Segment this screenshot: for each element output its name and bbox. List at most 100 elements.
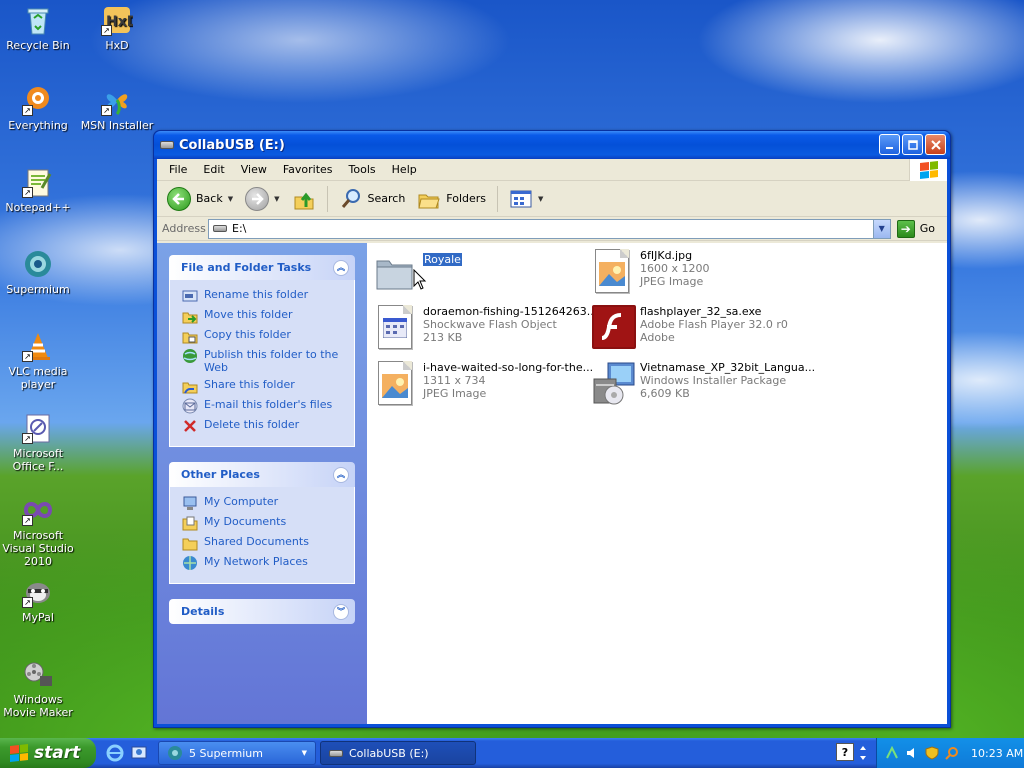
file-type: JPEG Image	[423, 387, 487, 400]
desktop-icon-recycle-bin[interactable]: Recycle Bin	[0, 4, 78, 52]
drive-icon	[160, 141, 174, 149]
collapse-chevron-up-icon[interactable]: ︽	[333, 466, 349, 483]
shockwave-flash-file-icon	[375, 305, 415, 353]
place-shared-documents[interactable]: Shared Documents	[182, 535, 346, 551]
desktop-icon-supermium[interactable]: Supermium	[0, 248, 78, 296]
collapse-chevron-up-icon[interactable]: ︽	[333, 259, 349, 276]
help-question-icon[interactable]: ?	[836, 743, 854, 761]
back-button[interactable]: Back ▼	[163, 185, 237, 213]
mypal-raccoon-icon: ↗	[22, 576, 54, 608]
drive-icon	[329, 749, 343, 757]
task-move-folder[interactable]: Move this folder	[182, 308, 346, 324]
desktop-icon-hxd[interactable]: HxD ↗ HxD	[77, 4, 157, 52]
desktop-icon-vlc[interactable]: ↗ VLC media player	[0, 330, 78, 391]
back-label: Back	[196, 192, 223, 205]
menu-view[interactable]: View	[233, 163, 275, 176]
go-arrow-icon: ➔	[896, 219, 915, 238]
taskbar-button-supermium[interactable]: 5 Supermium ▼	[158, 741, 316, 765]
address-value: E:\	[232, 222, 247, 235]
folder-icon	[375, 253, 415, 301]
panel-title: Other Places	[181, 468, 260, 481]
folders-button[interactable]: Folders	[413, 185, 490, 213]
shortcut-arrow-icon: ↗	[101, 105, 112, 116]
mouse-cursor-icon	[413, 269, 427, 290]
menu-edit[interactable]: Edit	[195, 163, 232, 176]
menu-file[interactable]: File	[161, 163, 195, 176]
place-my-computer[interactable]: My Computer	[182, 495, 346, 511]
forward-dropdown-icon[interactable]: ▼	[274, 195, 279, 203]
menu-favorites[interactable]: Favorites	[275, 163, 341, 176]
go-button[interactable]: ➔ Go	[895, 219, 947, 238]
security-shield-icon[interactable]	[925, 746, 939, 760]
file-item-image[interactable]: 6fIJKd.jpg 1600 x 1200 JPEG Image	[592, 249, 710, 297]
network-tray-icon[interactable]	[885, 746, 899, 760]
panel-header[interactable]: Other Places ︽	[169, 462, 355, 487]
task-rename-folder[interactable]: Rename this folder	[182, 288, 346, 304]
close-button[interactable]	[925, 134, 946, 155]
taskbar-button-label: CollabUSB (E:)	[349, 746, 429, 760]
shortcut-arrow-icon: ↗	[22, 597, 33, 608]
forward-arrow-icon	[245, 186, 270, 211]
windows-logo-icon	[909, 159, 947, 181]
menu-help[interactable]: Help	[384, 163, 425, 176]
place-my-documents[interactable]: My Documents	[182, 515, 346, 531]
desktop-icon-everything[interactable]: ↗ Everything	[0, 84, 78, 132]
back-arrow-icon	[167, 186, 191, 211]
desktop-icon-mypal[interactable]: ↗ MyPal	[0, 576, 78, 624]
panel-header[interactable]: File and Folder Tasks ︽	[169, 255, 355, 280]
panel-title: File and Folder Tasks	[181, 261, 312, 274]
start-button[interactable]: start	[0, 738, 96, 768]
address-input[interactable]: E:\ ▼	[208, 218, 891, 239]
taskbar-button-collabusb[interactable]: CollabUSB (E:)	[320, 741, 476, 765]
forward-button[interactable]: ▼	[241, 185, 283, 213]
drive-icon	[213, 225, 227, 232]
task-label: Move this folder	[204, 308, 293, 321]
views-button[interactable]: ▼	[505, 186, 547, 212]
windows-installer-package-icon	[592, 361, 635, 409]
desktop-icon-notepad-plus-plus[interactable]: ↗ Notepad++	[0, 166, 78, 214]
task-delete-folder[interactable]: Delete this folder	[182, 418, 346, 434]
menu-tools[interactable]: Tools	[341, 163, 384, 176]
internet-explorer-icon[interactable]	[106, 744, 124, 762]
task-email-files[interactable]: E-mail this folder's files	[182, 398, 346, 414]
task-copy-folder[interactable]: Copy this folder	[182, 328, 346, 344]
search-button[interactable]: Search	[335, 185, 410, 213]
clock[interactable]: 10:23 AM	[971, 747, 1023, 760]
views-dropdown-icon[interactable]: ▼	[538, 195, 543, 203]
desktop-icon-visual-studio[interactable]: ↗ Microsoft Visual Studio 2010	[0, 494, 78, 568]
address-dropdown-icon[interactable]: ▼	[872, 219, 890, 238]
film-reel-icon	[22, 658, 54, 690]
desktop-icon-label: Everything	[8, 119, 68, 132]
file-item-image[interactable]: i-have-waited-so-long-for-the... 1311 x …	[375, 361, 593, 409]
file-type: Windows Installer Package	[640, 374, 787, 387]
place-label: Shared Documents	[204, 535, 309, 548]
folders-label: Folders	[446, 192, 487, 205]
email-icon	[182, 398, 198, 414]
scroll-arrows-icon[interactable]	[858, 744, 868, 762]
volume-tray-icon[interactable]	[905, 746, 919, 760]
title-bar[interactable]: CollabUSB (E:)	[154, 131, 950, 159]
up-folder-button[interactable]	[288, 185, 320, 213]
windows-flag-icon	[10, 744, 28, 762]
desktop-icon-label: HxD	[105, 39, 129, 52]
file-item-executable[interactable]: flashplayer_32_sa.exe Adobe Flash Player…	[592, 305, 788, 353]
jpeg-image-icon	[592, 249, 632, 297]
desktop-icon-windows-movie-maker[interactable]: Windows Movie Maker	[0, 658, 78, 719]
file-item-installer[interactable]: Vietnamase_XP_32bit_Langua... Windows In…	[592, 361, 815, 409]
desktop-icon-microsoft-office[interactable]: ↗ Microsoft Office F...	[0, 412, 78, 473]
search-tray-icon[interactable]	[945, 746, 959, 760]
panel-header[interactable]: Details ︾	[169, 599, 355, 624]
desktop-icon-label: Supermium	[6, 283, 70, 296]
back-dropdown-icon[interactable]: ▼	[228, 195, 233, 203]
show-desktop-icon[interactable]	[130, 744, 148, 762]
task-label: Publish this folder to the Web	[204, 348, 339, 374]
minimize-button[interactable]	[879, 134, 900, 155]
file-item-flash[interactable]: doraemon-fishing-151264263... Shockwave …	[375, 305, 597, 353]
expand-chevron-down-icon[interactable]: ︾	[333, 603, 349, 620]
desktop-icon-msn-installer[interactable]: ↗ MSN Installer	[77, 84, 157, 132]
task-publish-folder[interactable]: Publish this folder to the Web	[182, 348, 346, 374]
task-label: Share this folder	[204, 378, 295, 391]
maximize-button[interactable]	[902, 134, 923, 155]
place-my-network-places[interactable]: My Network Places	[182, 555, 346, 571]
task-share-folder[interactable]: Share this folder	[182, 378, 346, 394]
